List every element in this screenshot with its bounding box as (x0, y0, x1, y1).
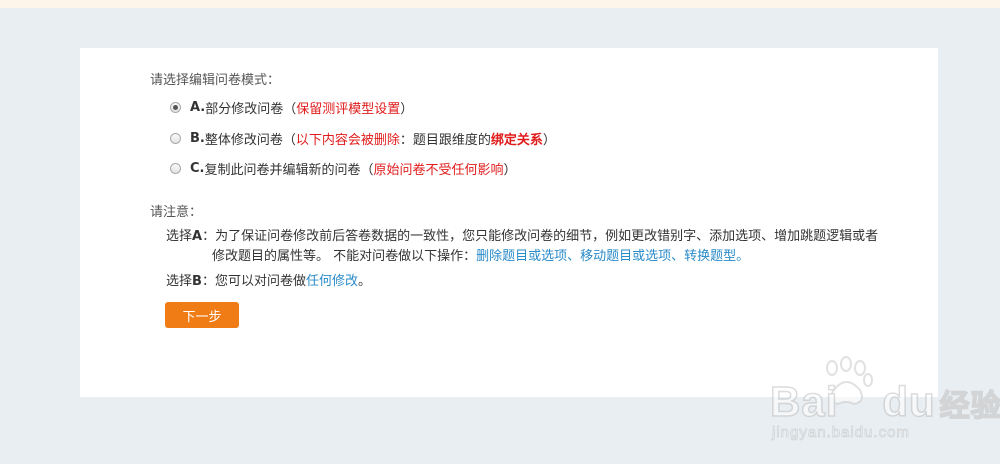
radio-option-c[interactable] (170, 163, 181, 174)
radio-option-b[interactable] (170, 133, 181, 144)
note-a-label: 选择A： (166, 229, 216, 244)
option-a-close: ） (400, 102, 414, 117)
notes-title: 请注意： (150, 205, 203, 220)
note-b-label: 选择B： (166, 274, 215, 289)
option-a-text: 部分修改问卷（ (205, 102, 297, 117)
option-b-key: B. (190, 131, 205, 146)
note-b-end: 。 (357, 274, 371, 289)
top-strip (0, 0, 1000, 8)
note-b-text: 您可以对问卷做 (214, 274, 306, 289)
watermark-url: jingyan.baidu.com (772, 424, 910, 442)
option-a-key: A. (190, 100, 206, 115)
option-a-highlight: 保留测评模型设置 (296, 102, 401, 117)
option-b-full-edit[interactable]: B. 整体修改问卷（ 以下内容会被删除 ：题目跟维度的 绑定关系 ） (170, 129, 556, 148)
option-b-highlight2: 绑定关系 (490, 133, 543, 148)
note-b: 选择B：您可以对问卷做任何修改。 (166, 270, 371, 289)
note-a-restrictions-link[interactable]: 删除题目或选项、移动题目或选项、转换题型。 (476, 249, 749, 264)
option-b-text: 整体修改问卷（ (204, 133, 296, 148)
note-a-line1: 选择A：为了保证问卷修改前后答卷数据的一致性，您只能修改问卷的细节，例如更改错别… (166, 225, 878, 244)
option-b-middle: ：题目跟维度的 (399, 133, 491, 148)
option-b-close: ） (542, 133, 556, 148)
note-a-line2: 修改题目的属性等。 不能对问卷做以下操作：删除题目或选项、移动题目或选项、转换题… (212, 245, 749, 264)
option-c-key: C. (190, 161, 205, 176)
mode-prompt: 请选择编辑问卷模式： (150, 73, 281, 88)
next-step-button[interactable]: 下一步 (165, 302, 239, 328)
option-b-highlight: 以下内容会被删除 (295, 133, 400, 148)
edit-mode-panel: 请选择编辑问卷模式： A. 部分修改问卷（ 保留测评模型设置 ） B. 整体修改… (80, 48, 938, 397)
option-c-text: 复制此问卷并编辑新的问卷（ (204, 163, 374, 178)
note-a-text-1: 为了保证问卷修改前后答卷数据的一致性，您只能修改问卷的细节，例如更改错别字、添加… (215, 229, 879, 244)
note-b-any-edit-link[interactable]: 任何修改 (306, 274, 358, 289)
option-c-highlight: 原始问卷不受任何影响 (373, 163, 504, 178)
radio-option-a[interactable] (170, 102, 181, 113)
option-c-copy-edit[interactable]: C. 复制此问卷并编辑新的问卷（ 原始问卷不受任何影响 ） (170, 159, 517, 178)
option-a-partial-edit[interactable]: A. 部分修改问卷（ 保留测评模型设置 ） (170, 98, 413, 117)
option-c-close: ） (503, 163, 517, 178)
note-a-text-2: 修改题目的属性等。 不能对问卷做以下操作： (212, 249, 477, 264)
